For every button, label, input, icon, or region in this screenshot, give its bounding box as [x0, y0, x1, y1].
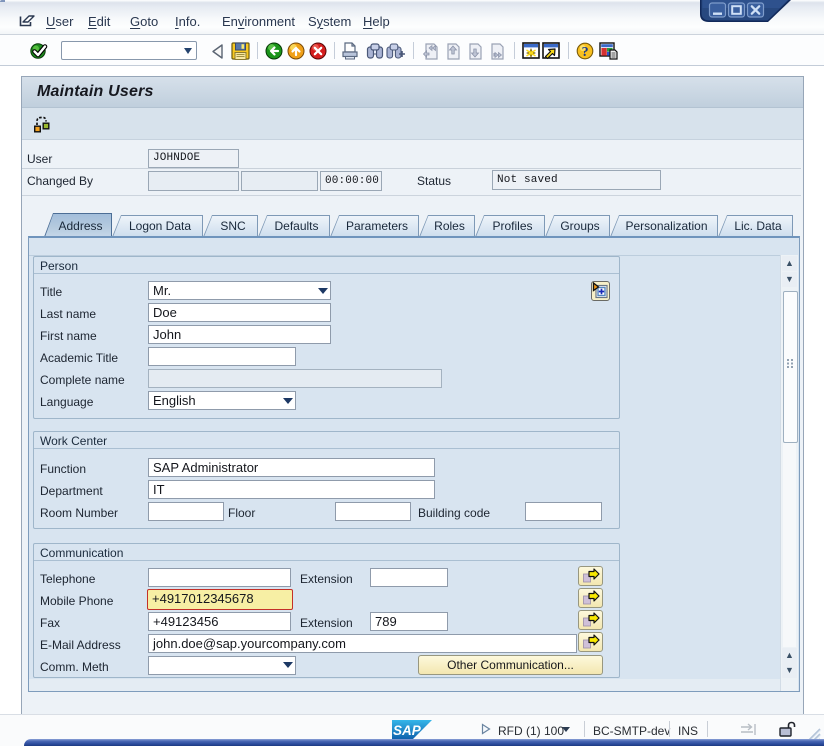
svg-text:SAP: SAP [393, 723, 422, 738]
svg-text:?: ? [582, 45, 589, 60]
